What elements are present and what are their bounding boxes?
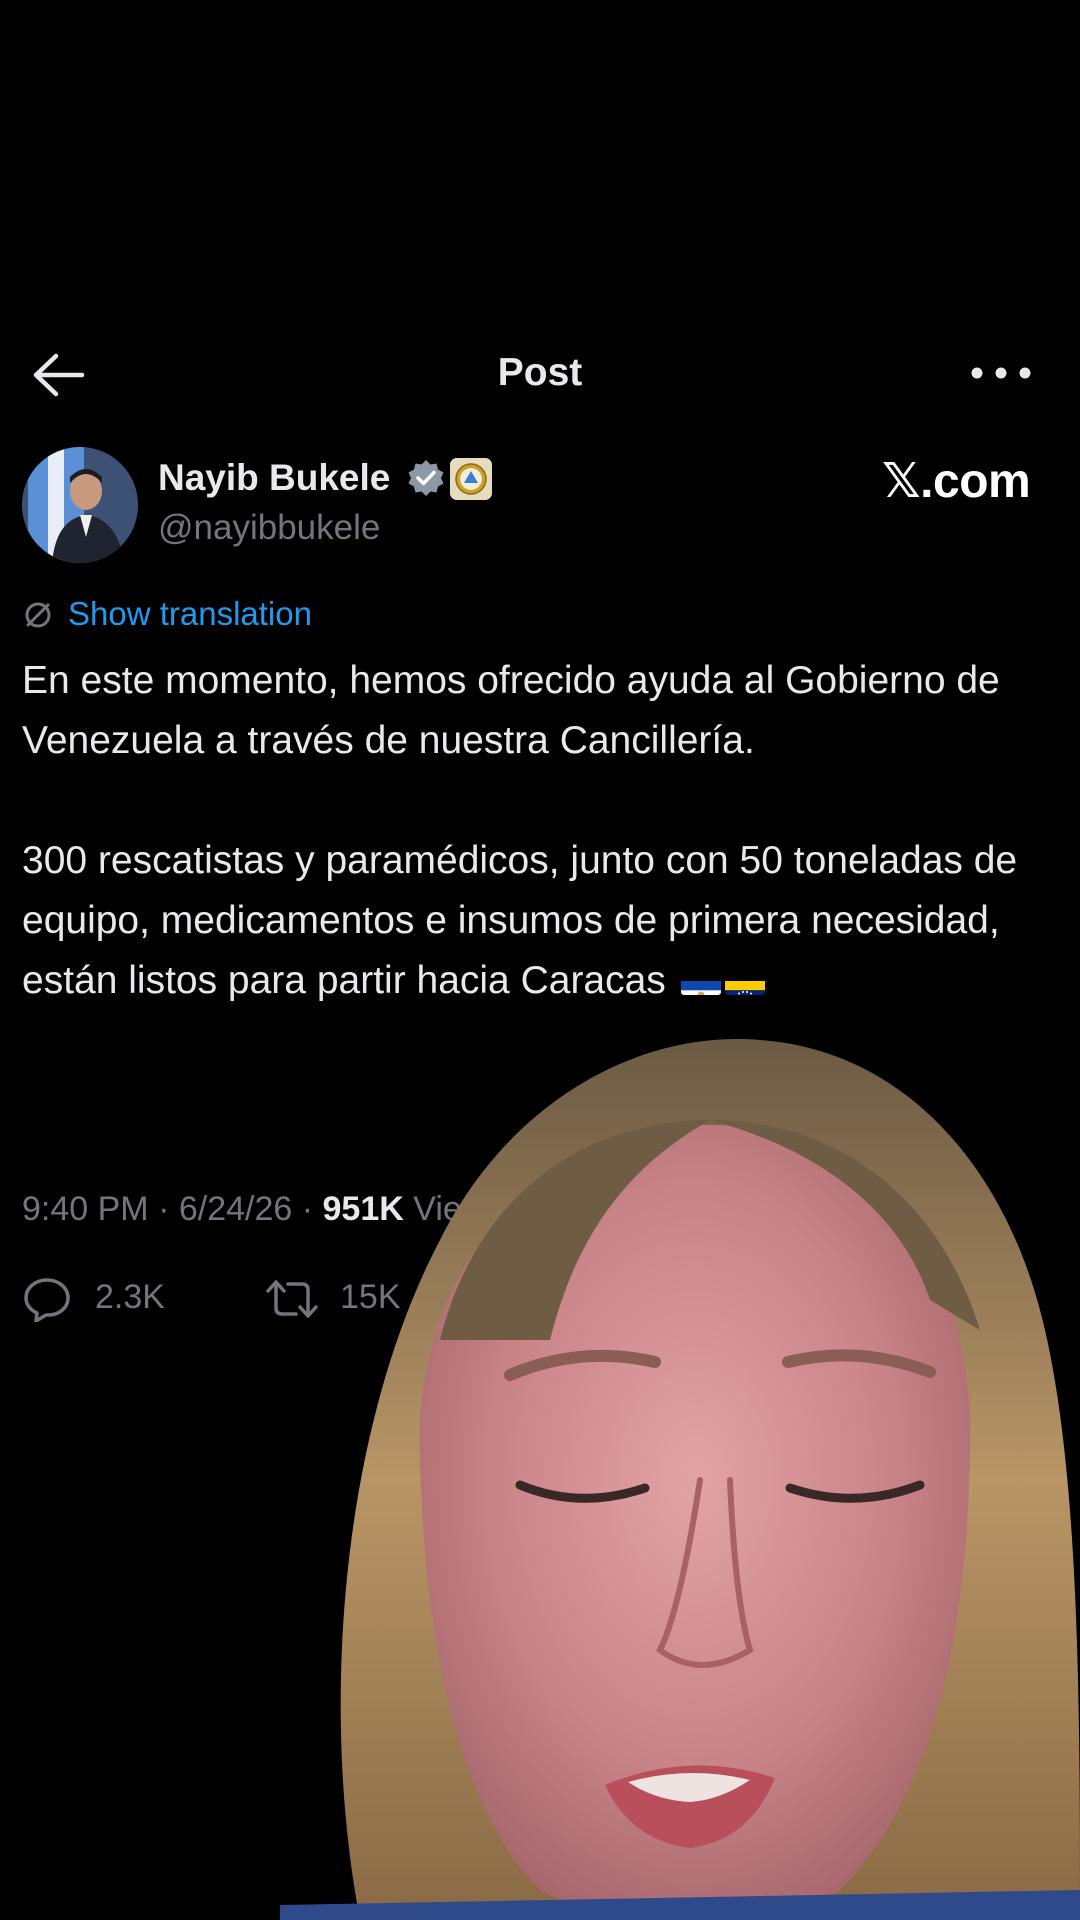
- page-title: Post: [497, 351, 583, 394]
- government-seal-icon: [450, 458, 492, 500]
- post-time: 9:40 PM: [22, 1190, 149, 1228]
- tweet-paragraph-2: 300 rescatistas y paramédicos, junto con…: [22, 831, 1052, 1011]
- author-row: Nayib Bukele @nayibbukele 𝕏.com: [0, 445, 1080, 570]
- author-handle[interactable]: @nayibbukele: [158, 508, 380, 548]
- translate-icon: [25, 602, 51, 628]
- el-salvador-flag-icon: [680, 967, 721, 995]
- verified-badge-icon: [408, 460, 444, 496]
- reply-icon: [24, 1278, 70, 1322]
- reply-button[interactable]: 2.3K: [22, 1270, 182, 1326]
- creator-video-overlay: [280, 1039, 1080, 1920]
- show-translation-label: Show translation: [68, 595, 312, 632]
- author-name[interactable]: Nayib Bukele: [158, 457, 390, 499]
- x-com-watermark: 𝕏.com: [882, 455, 1031, 508]
- tweet-paragraph-1: En este momento, hemos ofrecido ayuda al…: [22, 659, 1000, 762]
- more-horizontal-icon: [971, 367, 1031, 379]
- avatar[interactable]: [22, 447, 138, 563]
- more-options-button[interactable]: [968, 351, 1034, 395]
- venezuela-flag-icon: [724, 967, 765, 995]
- post-date: 6/24/26: [178, 1190, 293, 1228]
- tweet-paragraph-2-text: 300 rescatistas y paramédicos, junto con…: [22, 839, 1018, 1002]
- avatar-image: [22, 447, 138, 563]
- tweet-text: En este momento, hemos ofrecido ayuda al…: [22, 651, 1052, 1011]
- reply-count: 2.3K: [95, 1278, 165, 1316]
- top-bar: Post: [0, 335, 1080, 415]
